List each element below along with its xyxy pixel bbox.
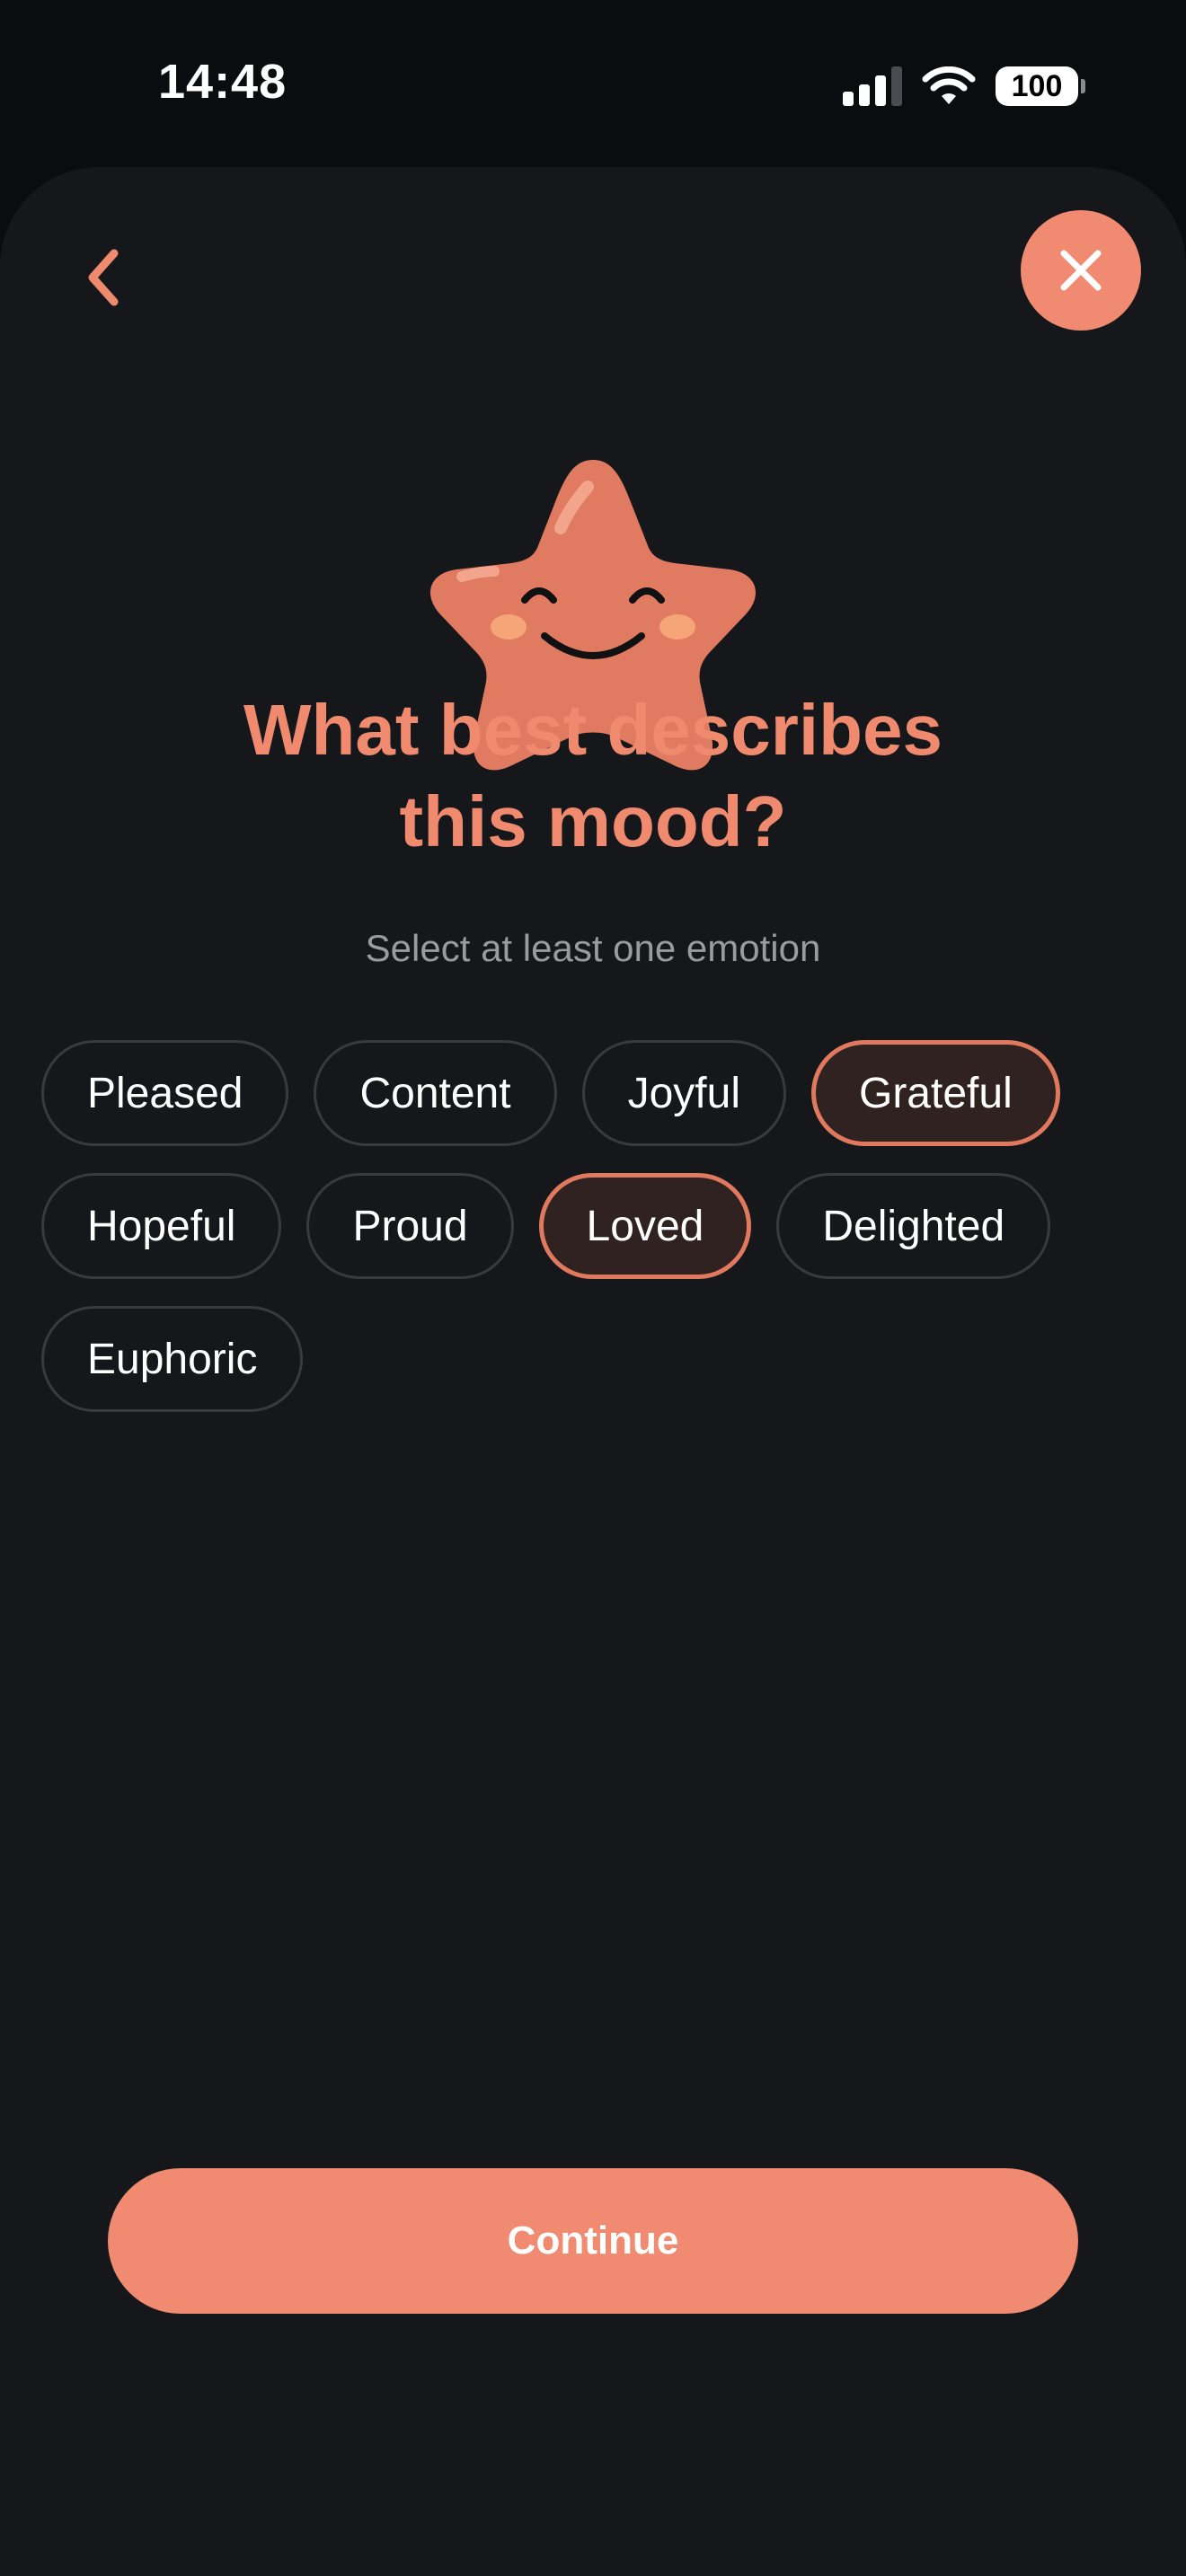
page-title-line-1: What best describes	[243, 690, 943, 770]
close-button[interactable]	[1021, 210, 1141, 331]
status-time: 14:48	[158, 55, 288, 109]
status-icons: 100	[843, 59, 1085, 113]
continue-button[interactable]: Continue	[108, 2168, 1078, 2314]
emotion-chip-delighted[interactable]: Delighted	[776, 1173, 1051, 1279]
back-button[interactable]	[65, 237, 146, 318]
page-title: What best describes this mood?	[99, 684, 1087, 868]
emotion-chip-content[interactable]: Content	[314, 1040, 557, 1146]
page-title-line-2: this mood?	[399, 781, 787, 861]
page-subtitle: Select at least one emotion	[365, 927, 821, 969]
status-bar: 14:48 100	[0, 0, 1186, 171]
emotion-chip-joyful[interactable]: Joyful	[581, 1040, 786, 1146]
battery-level: 100	[1011, 68, 1063, 103]
emotion-chip-list: Pleased Content Joyful Grateful Hopeful …	[41, 1040, 1155, 1412]
wifi-icon	[922, 66, 976, 104]
emotion-chip-proud[interactable]: Proud	[306, 1173, 514, 1279]
emotion-chip-hopeful[interactable]: Hopeful	[41, 1173, 282, 1279]
battery-icon: 100	[996, 66, 1085, 106]
emotion-chip-grateful[interactable]: Grateful	[810, 1040, 1060, 1146]
close-icon	[1060, 250, 1102, 291]
emotion-chip-pleased[interactable]: Pleased	[41, 1040, 289, 1146]
cellular-signal-icon	[843, 66, 902, 106]
emotion-chip-loved[interactable]: Loved	[538, 1173, 752, 1279]
emotion-chip-euphoric[interactable]: Euphoric	[41, 1306, 304, 1412]
chevron-left-icon	[88, 249, 119, 306]
